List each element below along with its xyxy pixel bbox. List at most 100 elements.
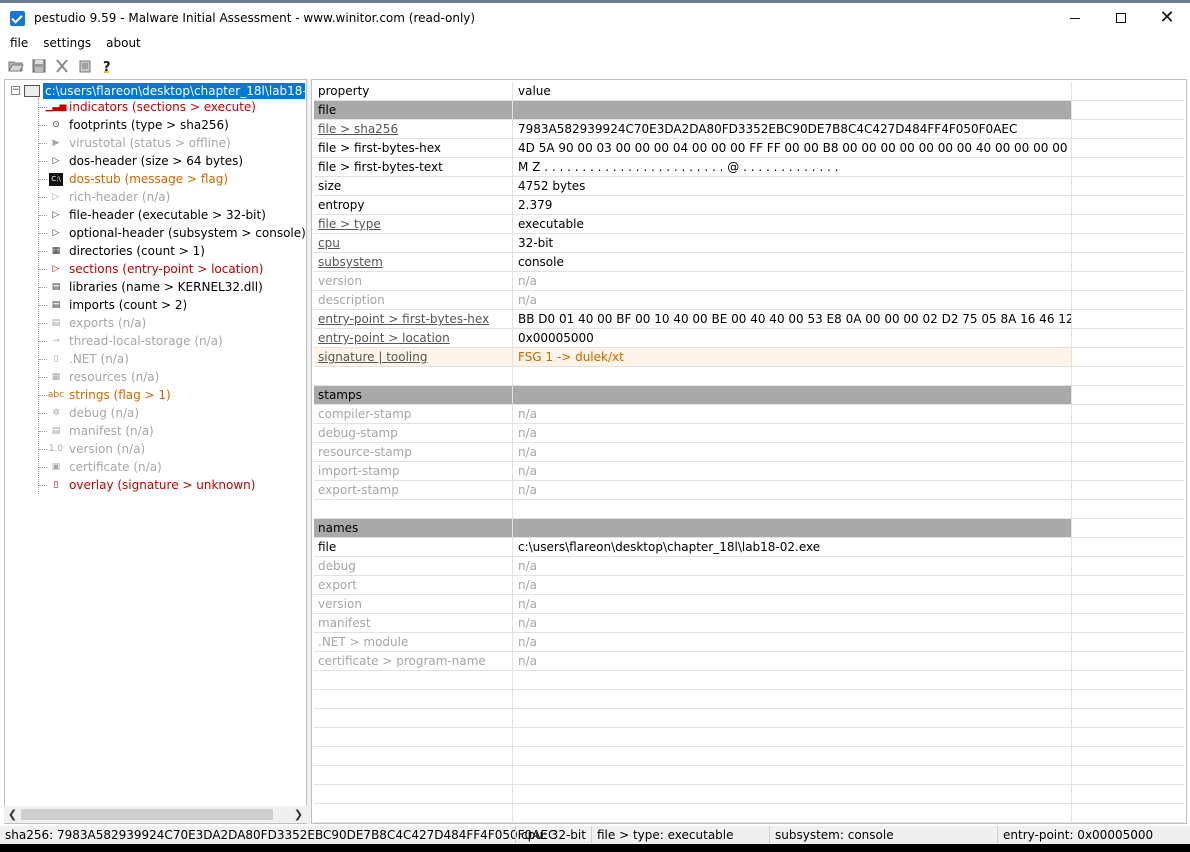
grid-row[interactable]: cpu 32-bit bbox=[314, 234, 1184, 253]
tree-item[interactable]: abc strings (flag > 1) bbox=[39, 386, 306, 404]
minimize-button[interactable] bbox=[1052, 3, 1098, 33]
directories-icon: ▦ bbox=[51, 246, 61, 256]
tree-item[interactable]: ▯ overlay (signature > unknown) bbox=[39, 476, 306, 494]
grid-row[interactable]: import-stamp n/a bbox=[314, 462, 1184, 481]
tree-item[interactable]: ▤ manifest (n/a) bbox=[39, 422, 306, 440]
column-header-property[interactable]: property bbox=[314, 82, 513, 100]
value-cell: n/a bbox=[513, 652, 1072, 670]
tree-item[interactable]: ▶ virustotal (status > offline) bbox=[39, 134, 306, 152]
tree-item[interactable]: ▦ resources (n/a) bbox=[39, 368, 306, 386]
grid-row[interactable]: file > first-bytes-text M Z . . . . . . .… bbox=[314, 158, 1184, 177]
maximize-button[interactable] bbox=[1098, 3, 1144, 33]
title-bar[interactable]: pestudio 9.59 - Malware Initial Assessme… bbox=[0, 3, 1190, 33]
grid-row[interactable]: resource-stamp n/a bbox=[314, 443, 1184, 462]
property-cell: version bbox=[314, 595, 513, 613]
value-cell bbox=[513, 728, 1072, 746]
section-header[interactable]: stamps bbox=[314, 386, 1184, 405]
grid-row[interactable]: description n/a bbox=[314, 291, 1184, 310]
value-cell bbox=[513, 367, 1072, 385]
property-cell: compiler-stamp bbox=[314, 405, 513, 423]
grid-row-empty bbox=[314, 804, 1184, 823]
grid-row[interactable]: file > first-bytes-hex 4D 5A 90 00 03 00 … bbox=[314, 139, 1184, 158]
tree-root[interactable]: − c:\users\flareon\desktop\chapter_18l\l… bbox=[11, 82, 305, 99]
scroll-right-icon[interactable]: ❯ bbox=[290, 806, 307, 823]
bar-chart-icon: ▁▃▅ bbox=[45, 102, 67, 112]
grid-row[interactable]: version n/a bbox=[314, 272, 1184, 291]
open-folder-icon[interactable] bbox=[6, 57, 26, 75]
menu-about[interactable]: about bbox=[101, 36, 146, 50]
tree-item[interactable]: ⊙ footprints (type > sha256) bbox=[39, 116, 306, 134]
tree-item[interactable]: ▤ libraries (name > KERNEL32.dll) bbox=[39, 278, 306, 296]
maximize-icon bbox=[1116, 13, 1126, 23]
filler-cell bbox=[1072, 595, 1184, 613]
tree-item[interactable]: ▷ optional-header (subsystem > console) bbox=[39, 224, 306, 242]
value-cell: 7983A582939924C70E3DA2DA80FD3352EBC90DE7… bbox=[513, 120, 1072, 138]
tree-item[interactable]: ▷ sections (entry-point > location) bbox=[39, 260, 306, 278]
grid-row[interactable]: file c:\users\flareon\desktop\chapter_18l… bbox=[314, 538, 1184, 557]
tree-item[interactable]: ▤ exports (n/a) bbox=[39, 314, 306, 332]
grid-row[interactable]: manifest n/a bbox=[314, 614, 1184, 633]
grid-row[interactable]: size 4752 bytes bbox=[314, 177, 1184, 196]
tree-item-label: dos-stub (message > flag) bbox=[69, 172, 229, 186]
grid-row[interactable]: compiler-stamp n/a bbox=[314, 405, 1184, 424]
grid-row[interactable]: .NET > module n/a bbox=[314, 633, 1184, 652]
cut-icon[interactable] bbox=[52, 57, 72, 75]
save-icon[interactable] bbox=[29, 57, 49, 75]
filler-cell bbox=[1072, 785, 1184, 803]
scroll-thumb[interactable] bbox=[21, 809, 273, 820]
grid-row[interactable]: export-stamp n/a bbox=[314, 481, 1184, 500]
filler-cell bbox=[1072, 177, 1184, 195]
value-cell bbox=[513, 386, 1072, 404]
grid-row[interactable]: debug n/a bbox=[314, 557, 1184, 576]
clipboard-icon[interactable] bbox=[75, 57, 95, 75]
collapse-icon[interactable]: − bbox=[11, 86, 20, 95]
grid-row-empty bbox=[314, 690, 1184, 709]
tree-item[interactable]: ▤ imports (count > 2) bbox=[39, 296, 306, 314]
column-header-value[interactable]: value bbox=[513, 82, 1072, 100]
property-cell: file > first-bytes-hex bbox=[314, 139, 513, 157]
tree-item[interactable]: ▁▃▅ indicators (sections > execute) bbox=[39, 98, 306, 116]
menu-settings[interactable]: settings bbox=[38, 36, 96, 50]
tree-pane[interactable]: − c:\users\flareon\desktop\chapter_18l\l… bbox=[4, 79, 307, 824]
filler-cell bbox=[1072, 519, 1184, 537]
section-header[interactable]: names bbox=[314, 519, 1184, 538]
section-header[interactable]: file bbox=[314, 101, 1184, 120]
status-entry-point: entry-point: 0x00005000 bbox=[997, 826, 1190, 844]
grid-row[interactable]: subsystem console bbox=[314, 253, 1184, 272]
property-cell: file bbox=[314, 538, 513, 556]
tree-item[interactable]: ▣ certificate (n/a) bbox=[39, 458, 306, 476]
grid-row[interactable]: entry-point > location 0x00005000 bbox=[314, 329, 1184, 348]
value-cell: n/a bbox=[513, 291, 1072, 309]
filler-cell bbox=[1072, 348, 1184, 366]
grid-row[interactable]: certificate > program-name n/a bbox=[314, 652, 1184, 671]
grid-row[interactable]: debug-stamp n/a bbox=[314, 424, 1184, 443]
tree-root-label[interactable]: c:\users\flareon\desktop\chapter_18l\lab… bbox=[43, 82, 305, 99]
menu-file[interactable]: file bbox=[5, 36, 33, 50]
close-button[interactable]: ✕ bbox=[1144, 3, 1190, 33]
tree-item[interactable]: 1.0 version (n/a) bbox=[39, 440, 306, 458]
grid-row[interactable]: export n/a bbox=[314, 576, 1184, 595]
tree-item[interactable]: ▦ directories (count > 1) bbox=[39, 242, 306, 260]
tree-horizontal-scrollbar[interactable]: ❮ ❯ bbox=[4, 806, 307, 823]
tree-item[interactable]: ⊸ thread-local-storage (n/a) bbox=[39, 332, 306, 350]
status-bar: sha256: 7983A582939924C70E3DA2DA80FD3352… bbox=[0, 826, 1190, 844]
property-grid[interactable]: property value file file > sha256 7983A582… bbox=[311, 79, 1187, 824]
grid-row[interactable]: file > sha256 7983A582939924C70E3DA2DA80F… bbox=[314, 120, 1184, 139]
grid-row[interactable]: version n/a bbox=[314, 595, 1184, 614]
tree-item[interactable]: ▷ rich-header (n/a) bbox=[39, 188, 306, 206]
value-cell: 0x00005000 bbox=[513, 329, 1072, 347]
help-icon[interactable]: ? bbox=[98, 57, 118, 75]
tree-item[interactable]: ✲ debug (n/a) bbox=[39, 404, 306, 422]
tree-item[interactable]: ▯ .NET (n/a) bbox=[39, 350, 306, 368]
grid-row[interactable]: entropy 2.379 bbox=[314, 196, 1184, 215]
grid-row[interactable]: file > type executable bbox=[314, 215, 1184, 234]
tree-item-label: dos-header (size > 64 bytes) bbox=[69, 154, 244, 168]
grid-row[interactable]: entry-point > first-bytes-hex BB D0 01 40… bbox=[314, 310, 1184, 329]
grid-row[interactable]: signature | tooling FSG 1 -> dulek/xt bbox=[314, 348, 1184, 367]
tree-item[interactable]: ▷ dos-header (size > 64 bytes) bbox=[39, 152, 306, 170]
tree-item[interactable]: ▷ file-header (executable > 32-bit) bbox=[39, 206, 306, 224]
scroll-left-icon[interactable]: ❮ bbox=[4, 806, 21, 823]
filler-cell bbox=[1072, 234, 1184, 252]
value-cell bbox=[513, 671, 1072, 689]
tree-item[interactable]: C:\ dos-stub (message > flag) bbox=[39, 170, 306, 188]
